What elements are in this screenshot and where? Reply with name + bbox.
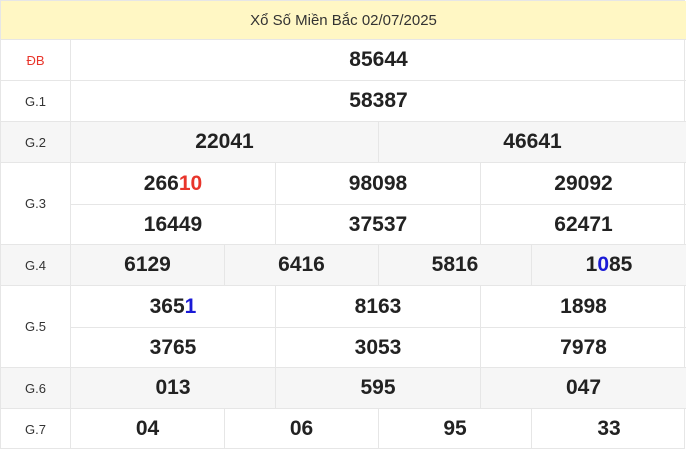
g2-number: 46641 bbox=[378, 122, 686, 162]
prize-row-g2: G.2 22041 46641 bbox=[1, 122, 686, 163]
prize-row-g3: G.3 266 10 98098 29092 16449 37537 62471 bbox=[1, 163, 686, 245]
prize-row-g4: G.4 6129 6416 5816 1 0 85 bbox=[1, 245, 686, 286]
g5-number: 3053 bbox=[275, 327, 480, 367]
g7-number: 95 bbox=[378, 409, 531, 449]
prize-row-special: ĐB 85644 bbox=[1, 40, 686, 81]
number-part: 1 bbox=[585, 253, 598, 276]
number-part: 266 bbox=[143, 171, 179, 195]
prize-label-g5: G.5 bbox=[1, 286, 71, 367]
g2-number: 22041 bbox=[195, 130, 254, 153]
g3-number: 16449 bbox=[71, 204, 275, 244]
g3-number: 37537 bbox=[275, 204, 480, 244]
prize-row-g7: G.7 04 06 95 33 bbox=[1, 409, 686, 449]
prize-label-g2: G.2 bbox=[1, 122, 71, 162]
prize-label-g4: G.4 bbox=[1, 245, 71, 285]
g5-number: 1898 bbox=[480, 286, 686, 327]
prize-row-g1: G.1 58387 bbox=[1, 81, 686, 122]
prize-row-g5: G.5 365 1 8163 1898 3765 3053 7978 bbox=[1, 286, 686, 368]
lottery-results-table: Xổ Số Miền Bắc 02/07/2025 ĐB 85644 G.1 5… bbox=[0, 0, 686, 449]
highlighted-digits: 1 bbox=[184, 294, 197, 318]
g5-number: 8163 bbox=[275, 286, 480, 327]
prize-row-g6: G.6 013 595 047 bbox=[1, 368, 686, 409]
g7-number: 33 bbox=[531, 409, 686, 449]
g4-number: 5816 bbox=[378, 245, 531, 285]
g3-number: 62471 bbox=[480, 204, 686, 244]
number-part: 365 bbox=[149, 294, 185, 318]
prize-label-g3: G.3 bbox=[1, 163, 71, 244]
g5-number: 3765 bbox=[71, 327, 275, 367]
g7-number: 04 bbox=[135, 417, 160, 440]
g3-number-highlighted: 266 10 bbox=[71, 163, 275, 204]
prize-label-g1: G.1 bbox=[1, 81, 71, 121]
g4-number: 6416 bbox=[224, 245, 378, 285]
results-title: Xổ Số Miền Bắc 02/07/2025 bbox=[1, 1, 686, 40]
g4-number: 6129 bbox=[124, 253, 171, 276]
g1-number: 58387 bbox=[349, 89, 408, 112]
highlighted-digits: 10 bbox=[178, 171, 203, 195]
highlighted-digits: 0 bbox=[597, 253, 609, 276]
g5-number-highlighted: 365 1 bbox=[71, 286, 275, 327]
prize-label-special: ĐB bbox=[1, 40, 71, 80]
special-prize-number: 85644 bbox=[349, 48, 408, 71]
prize-label-g6: G.6 bbox=[1, 368, 71, 408]
number-part: 85 bbox=[609, 253, 633, 276]
g4-number-highlighted: 1 0 85 bbox=[531, 245, 686, 285]
g7-number: 06 bbox=[224, 409, 378, 449]
g6-number: 047 bbox=[480, 368, 686, 408]
g6-number: 595 bbox=[275, 368, 480, 408]
prize-label-g7: G.7 bbox=[1, 409, 71, 449]
g3-number: 29092 bbox=[480, 163, 686, 204]
g5-number: 7978 bbox=[480, 327, 686, 367]
g6-number: 013 bbox=[155, 376, 191, 399]
g3-number: 98098 bbox=[275, 163, 480, 204]
